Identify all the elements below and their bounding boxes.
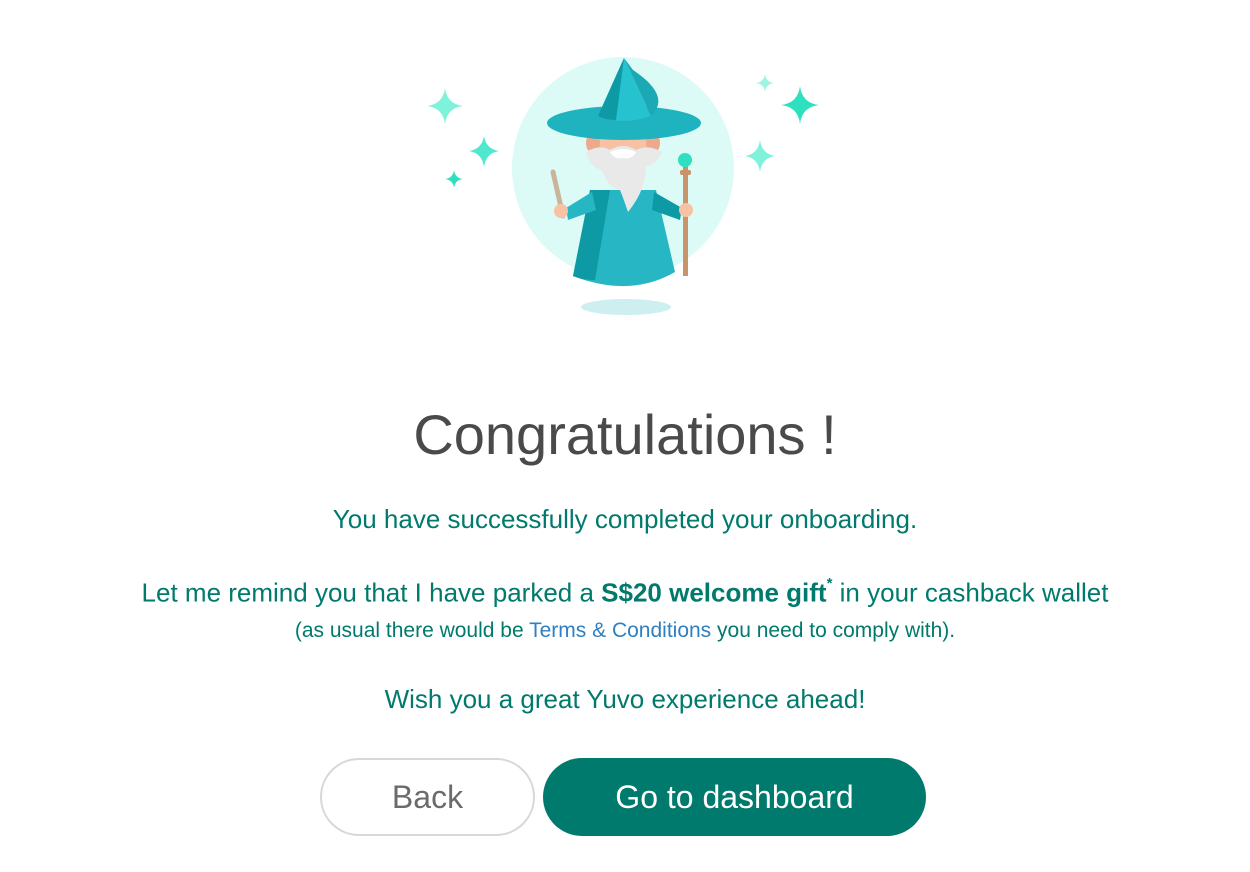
staff-icon [683, 164, 688, 276]
sparkle-icon [427, 88, 463, 124]
sparkle-icon [445, 170, 463, 188]
page-title: Congratulations ! [413, 403, 837, 466]
terms-conditions-link[interactable]: Terms & Conditions [529, 619, 711, 642]
back-button[interactable]: Back [320, 758, 535, 836]
sparkle-icon [756, 74, 774, 92]
onboarding-complete-page: Congratulations ! You have successfully … [0, 0, 1250, 872]
onboarding-complete-text: You have successfully completed your onb… [332, 504, 918, 534]
sparkle-icon [469, 136, 499, 167]
hand-icon [554, 204, 568, 218]
hand-icon [679, 203, 693, 217]
shadow-ellipse [581, 299, 671, 315]
wizard-illustration [427, 57, 819, 315]
terms-note-text: (as usual there would be Terms & Conditi… [294, 619, 956, 642]
staff-orb-icon [678, 153, 692, 167]
welcome-gift-amount: S$20 welcome gift [601, 577, 827, 608]
welcome-gift-text: Let me remind you that I have parked a S… [141, 575, 1109, 608]
farewell-text: Wish you a great Yuvo experience ahead! [384, 684, 866, 714]
footnote-marker: * [826, 575, 833, 592]
illustration-area [0, 0, 1250, 340]
sparkle-icon [745, 140, 775, 172]
go-to-dashboard-button[interactable]: Go to dashboard [543, 758, 926, 836]
sparkle-icon [781, 86, 819, 124]
